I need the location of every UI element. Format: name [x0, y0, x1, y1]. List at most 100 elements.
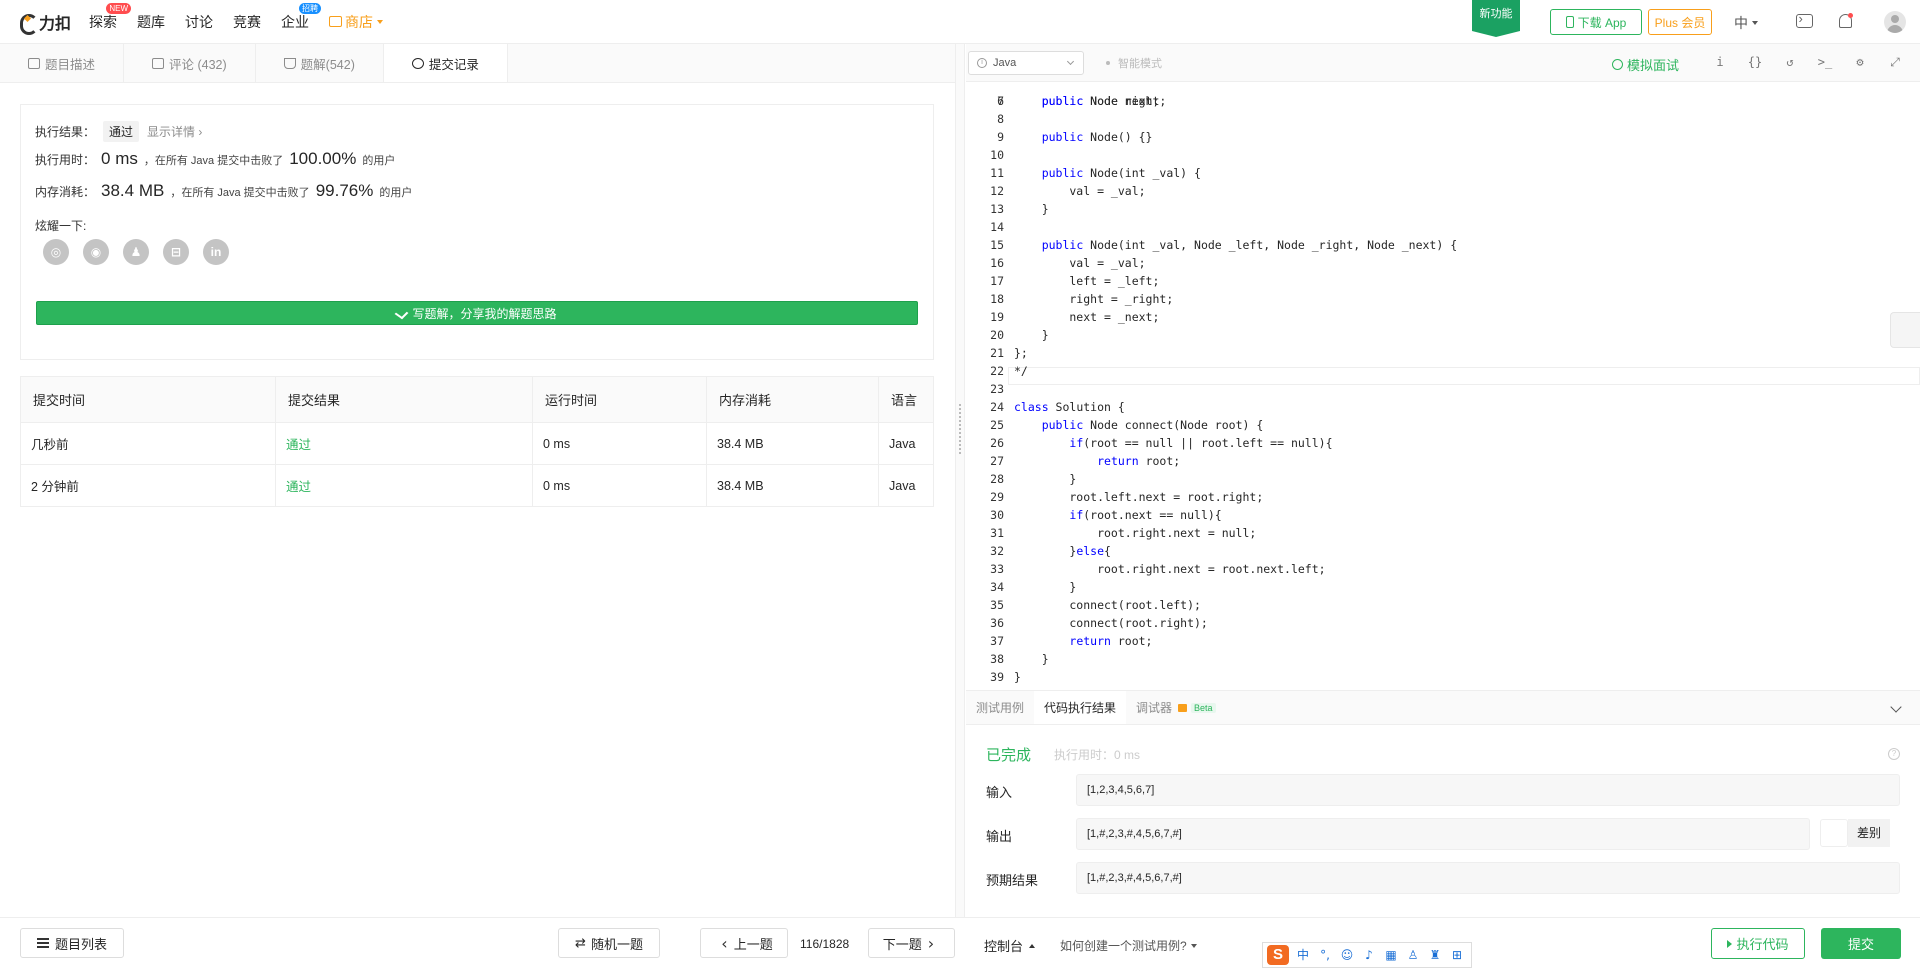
- new-feature-ribbon[interactable]: 新功能: [1472, 0, 1520, 37]
- next-problem-button[interactable]: 下一题 ›: [868, 928, 955, 958]
- nav-contest-label: 竞赛: [233, 13, 262, 30]
- line-number: 18: [990, 292, 1004, 306]
- line-number: 21: [990, 346, 1004, 360]
- avatar[interactable]: [1884, 11, 1906, 33]
- console-toggle[interactable]: 控制台: [984, 936, 1036, 955]
- punctuation-icon[interactable]: °,: [1317, 947, 1333, 963]
- run-code-button[interactable]: 执行代码: [1711, 928, 1805, 959]
- code-text: val = _val;: [1014, 184, 1146, 198]
- code-text: }: [1014, 472, 1077, 486]
- bell-icon: [1838, 13, 1853, 28]
- write-solution-button[interactable]: 写题解，分享我的解题思路: [36, 301, 918, 325]
- code-text: };: [1014, 346, 1028, 360]
- col-submit-result: 提交结果: [275, 376, 533, 423]
- line-number: 28: [990, 472, 1004, 486]
- side-panel-toggle[interactable]: [1890, 312, 1920, 348]
- howto-test-case-link[interactable]: 如何创建一个测试用例?: [1060, 937, 1197, 954]
- tab-test-cases[interactable]: 测试用例: [966, 691, 1034, 724]
- download-app-button[interactable]: 下载 App: [1550, 9, 1642, 35]
- problem-list-label: 题目列表: [54, 936, 107, 952]
- nav-problems-label: 题库: [137, 13, 166, 30]
- tab-run-result[interactable]: 代码执行结果: [1034, 691, 1127, 724]
- smart-mode-toggle[interactable]: 智能模式: [1106, 55, 1162, 71]
- tab-debugger[interactable]: 调试器 Beta: [1126, 691, 1226, 724]
- microphone-icon[interactable]: ♪: [1361, 947, 1377, 963]
- panel-splitter[interactable]: [955, 44, 965, 917]
- cell-memory: 38.4 MB: [706, 464, 879, 507]
- qq-icon[interactable]: ♟: [123, 239, 149, 265]
- weibo-icon[interactable]: ◉: [83, 239, 109, 265]
- sogou-ime-icon[interactable]: S: [1267, 945, 1289, 965]
- toolbar-icons: i {} ↺ >_ ⚙ ⤢: [1712, 54, 1920, 70]
- prev-problem-button[interactable]: ‹ 上一题: [700, 928, 788, 958]
- cell-language: Java: [878, 464, 934, 507]
- braces-icon[interactable]: {}: [1747, 54, 1763, 70]
- ime-chinese-mode[interactable]: 中: [1295, 947, 1311, 963]
- problem-list-button[interactable]: 题目列表: [20, 928, 124, 958]
- ime-toolbar[interactable]: S 中 °, ☺ ♪ ▦ ♙ ♜ ⊞: [1262, 942, 1472, 968]
- code-text: left = _left;: [1014, 274, 1160, 288]
- cell-result-link[interactable]: 通过: [275, 464, 533, 507]
- drag-handle[interactable]: [959, 404, 962, 454]
- table-header-row: 提交时间 提交结果 运行时间 内存消耗 语言: [20, 376, 934, 423]
- linkedin-icon[interactable]: in: [203, 239, 229, 265]
- cell-result-link[interactable]: 通过: [275, 422, 533, 465]
- console-terminal-button[interactable]: [1794, 11, 1814, 31]
- emoji-icon[interactable]: ☺: [1339, 947, 1355, 963]
- mock-interview-button[interactable]: 模拟面试: [1612, 55, 1679, 74]
- chevron-down-icon[interactable]: [1890, 701, 1902, 713]
- nav-shop[interactable]: 商店: [329, 12, 384, 32]
- play-icon: [1727, 939, 1733, 948]
- nav-contest[interactable]: 竞赛: [233, 12, 261, 32]
- logo[interactable]: 力扣: [18, 10, 71, 35]
- shirt-icon[interactable]: ♜: [1427, 947, 1443, 963]
- nav-problems[interactable]: 题库: [137, 12, 165, 32]
- chevron-down-icon: [377, 19, 384, 24]
- plus-member-button[interactable]: Plus 会员: [1648, 9, 1712, 35]
- tab-comments[interactable]: 评论 (432): [124, 44, 256, 82]
- diff-label[interactable]: 差别: [1848, 819, 1891, 847]
- help-icon[interactable]: ?: [1888, 748, 1900, 760]
- nav-enterprise[interactable]: 企业 招聘: [281, 2, 322, 32]
- tab-submissions[interactable]: 提交记录: [383, 44, 508, 82]
- code-line: 28 }: [966, 470, 1920, 488]
- chevron-right-icon: ›: [927, 933, 935, 953]
- random-problem-button[interactable]: ⇄ 随机一题: [558, 928, 660, 958]
- user-icon[interactable]: ♙: [1405, 947, 1421, 963]
- nav-explore[interactable]: 探索 NEW: [89, 2, 132, 32]
- terminal-prompt-icon[interactable]: >_: [1817, 54, 1833, 70]
- result-status-value: 通过: [103, 121, 140, 142]
- keyboard-icon[interactable]: ▦: [1383, 947, 1399, 963]
- tab-description[interactable]: 题目描述: [0, 44, 125, 82]
- info-icon: i: [977, 57, 987, 68]
- code-line: 30 if(root.next == null){: [966, 506, 1920, 524]
- nav-discuss[interactable]: 讨论: [185, 12, 213, 32]
- code-line: 21};: [966, 344, 1920, 362]
- reset-icon[interactable]: ↺: [1782, 54, 1798, 70]
- douban-icon[interactable]: ⊟: [163, 239, 189, 265]
- line-number: 10: [990, 148, 1004, 162]
- info-italic-icon[interactable]: i: [1712, 54, 1728, 70]
- submit-button[interactable]: 提交: [1821, 928, 1901, 959]
- language-switch[interactable]: 中: [1734, 13, 1758, 33]
- chevron-down-icon: [1752, 21, 1758, 25]
- code-line: 15 public Node(int _val, Node _left, Nod…: [966, 236, 1920, 254]
- fullscreen-icon[interactable]: ⤢: [1887, 54, 1903, 70]
- language-select[interactable]: i Java: [968, 50, 1084, 75]
- notifications-button[interactable]: [1835, 11, 1855, 31]
- code-line: 36 connect(root.right);: [966, 614, 1920, 632]
- code-text: }: [1014, 580, 1077, 594]
- wechat-icon[interactable]: ◎: [43, 239, 69, 265]
- code-line: 16 val = _val;: [966, 254, 1920, 272]
- col-runtime: 运行时间: [532, 376, 707, 423]
- grid-icon[interactable]: ⊞: [1449, 947, 1465, 963]
- line-number: 26: [990, 436, 1004, 450]
- show-details-link[interactable]: 显示详情 ›: [147, 123, 202, 140]
- tab-solutions[interactable]: 题解(542): [256, 44, 384, 82]
- memory-percent: 99.76%: [315, 181, 374, 200]
- line-number: 29: [990, 490, 1004, 504]
- diff-toggle[interactable]: [1820, 819, 1848, 847]
- code-editor[interactable]: 6 public Node right; 7 public Node next;…: [966, 82, 1920, 690]
- console-toggle-label: 控制台: [984, 939, 1024, 954]
- settings-gear-icon[interactable]: ⚙: [1852, 54, 1868, 70]
